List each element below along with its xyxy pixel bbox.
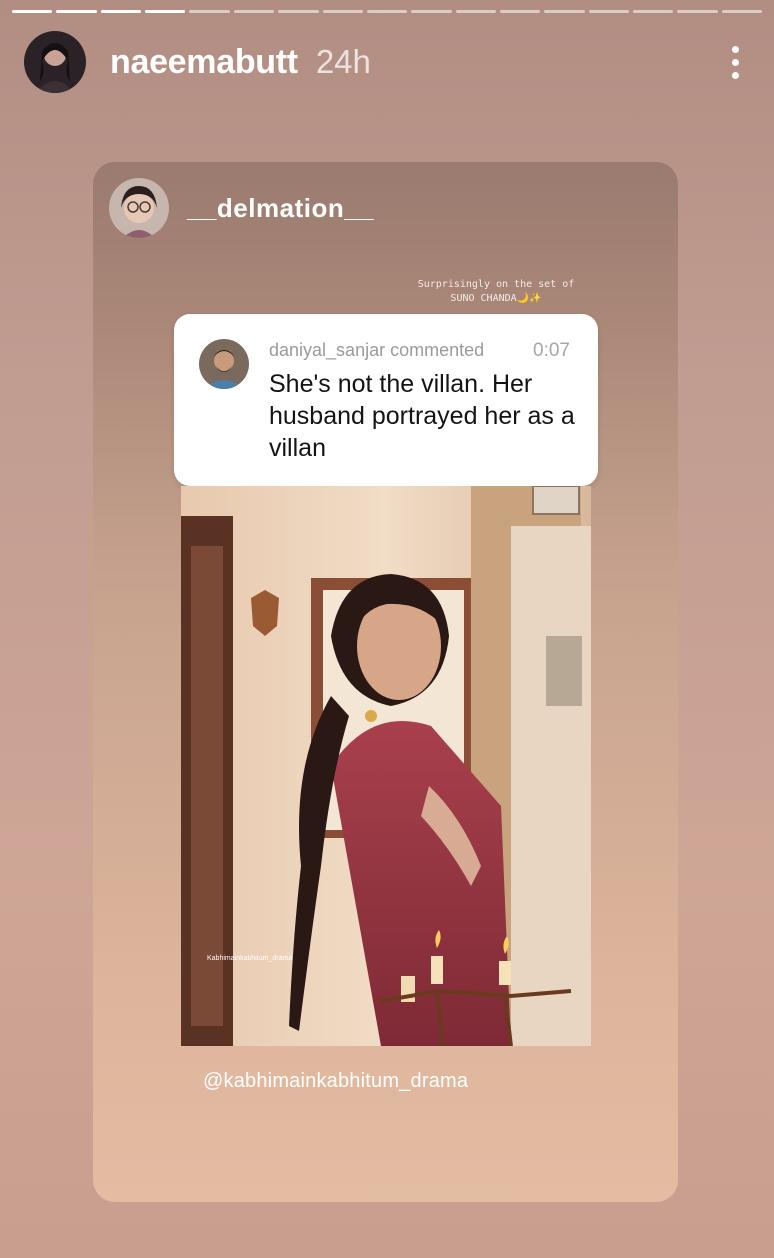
mention-sticker[interactable]: @kabhimainkabhitum_drama <box>203 1070 468 1093</box>
story-progress-segment <box>56 10 97 13</box>
shared-post-username[interactable]: __delmation__ <box>187 193 374 224</box>
story-header: naeemabutt 24h <box>24 30 750 94</box>
story-progress-segment <box>145 10 186 13</box>
story-progress-segment <box>322 10 363 13</box>
story-progress-segment <box>411 10 452 13</box>
video-preview[interactable]: Kabhimainkabhitum_drama <box>181 486 591 1046</box>
story-progress-segment <box>366 10 408 13</box>
story-progress-segment <box>100 10 142 13</box>
story-progress-segment <box>499 10 541 13</box>
story-progress-segment <box>278 10 319 13</box>
story-progress-segment <box>588 10 630 13</box>
shared-post-card[interactable]: __delmation__ Surprisingly on the set of… <box>93 162 678 1202</box>
video-watermark: Kabhimainkabhitum_drama <box>207 955 292 962</box>
commenter-avatar <box>199 339 249 389</box>
story-progress-segment <box>544 10 585 13</box>
comment-sticker[interactable]: daniyal_sanjar commented 0:07 She's not … <box>174 314 598 486</box>
story-progress-segment <box>12 10 53 13</box>
more-vertical-icon[interactable] <box>720 42 750 82</box>
shared-post-header: __delmation__ <box>109 178 374 238</box>
comment-text: She's not the villan. Her husband portra… <box>269 370 575 462</box>
shared-post-avatar[interactable] <box>109 178 169 238</box>
story-progress-bar <box>12 10 763 13</box>
story-timestamp: 24h <box>315 43 371 80</box>
post-caption: Surprisingly on the set of SUNO CHANDA🌙✨ <box>417 279 575 304</box>
story-progress-segment <box>721 10 763 13</box>
story-avatar[interactable] <box>24 31 86 93</box>
story-progress-segment <box>233 10 275 13</box>
comment-author-line: daniyal_sanjar commented <box>269 340 485 360</box>
story-username[interactable]: naeemabutt <box>110 43 298 82</box>
story-progress-segment <box>633 10 674 13</box>
video-duration: 0:07 <box>533 340 570 361</box>
story-progress-segment <box>677 10 718 13</box>
story-progress-segment <box>189 10 230 13</box>
story-progress-segment <box>455 10 496 13</box>
